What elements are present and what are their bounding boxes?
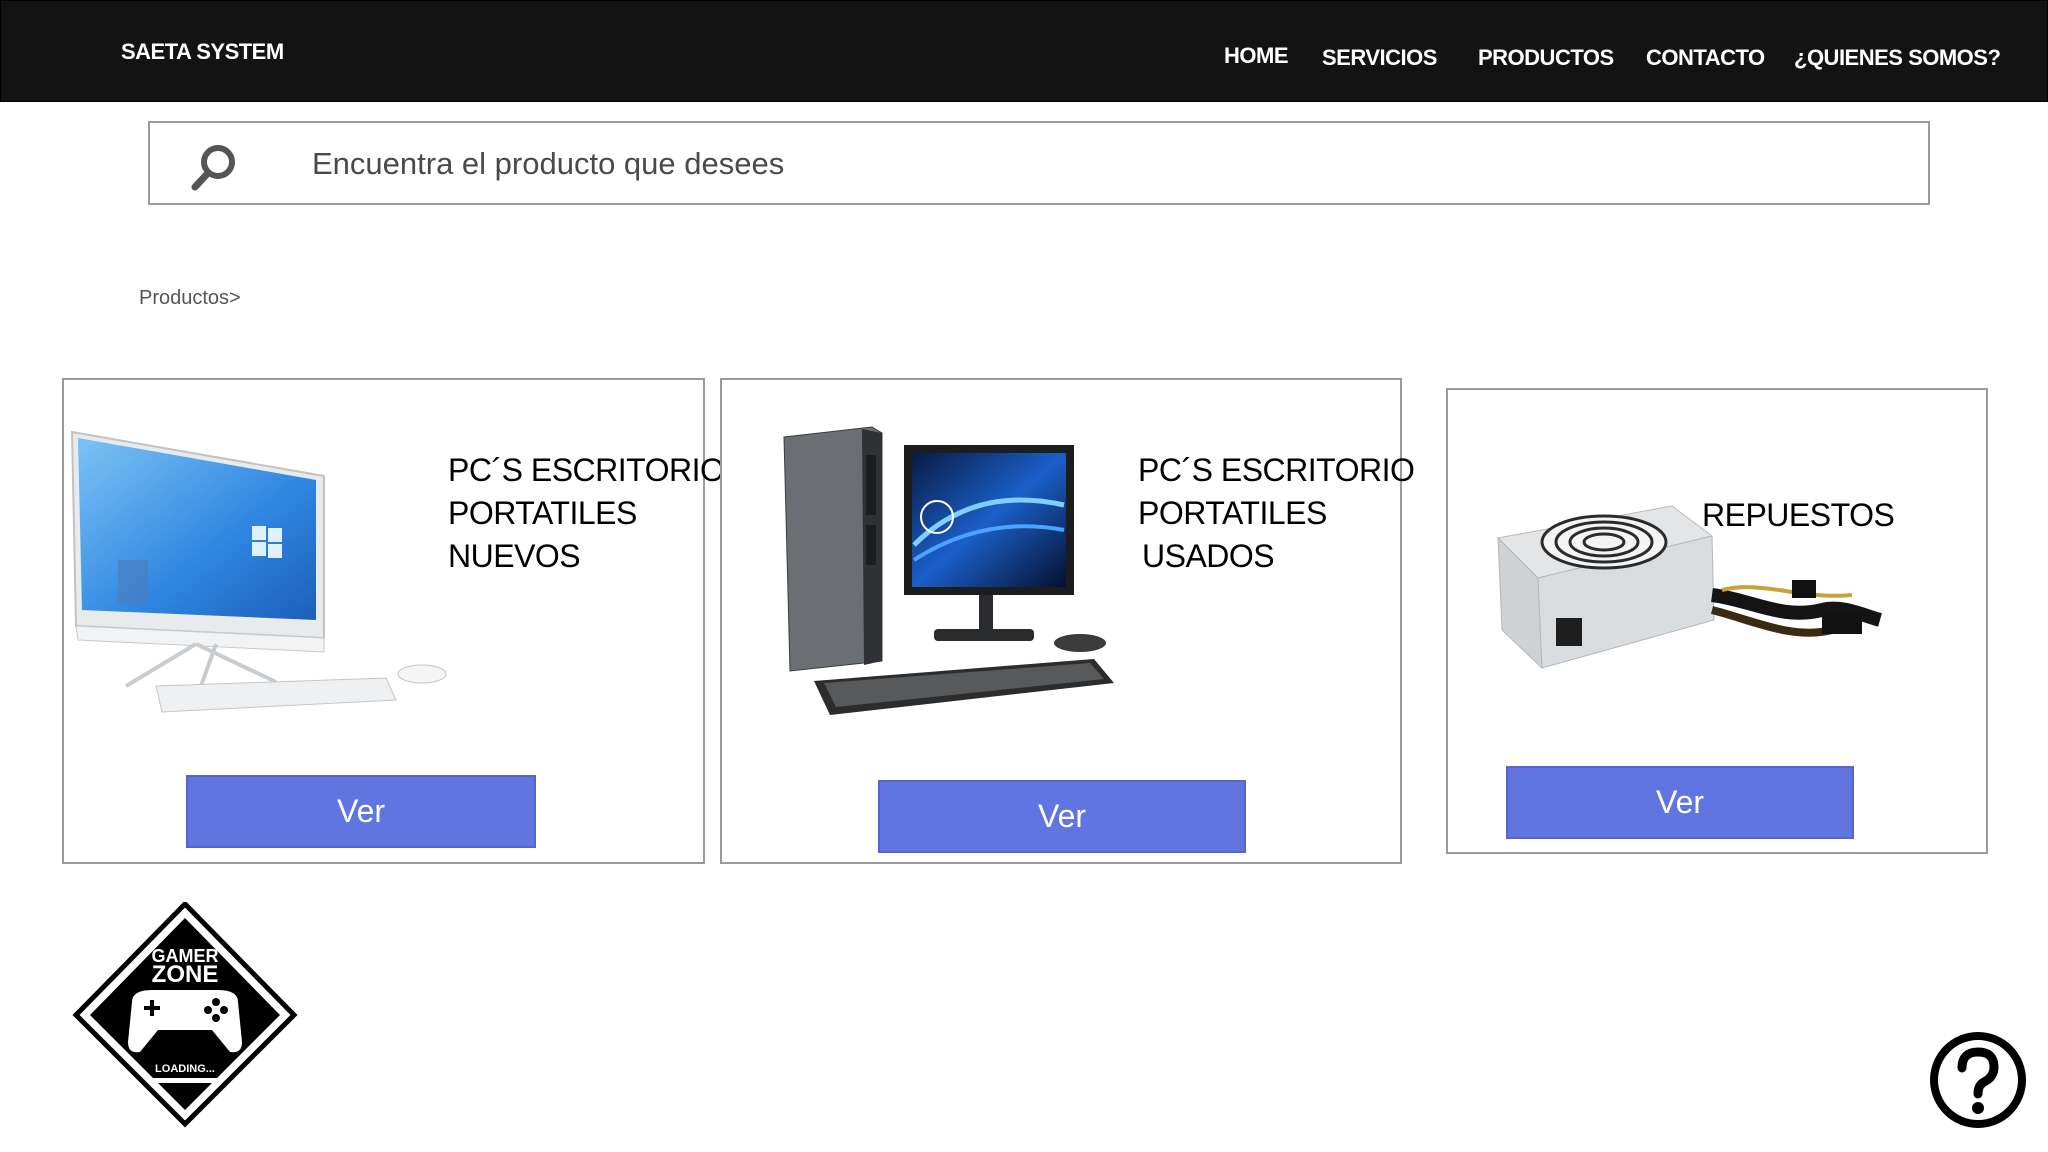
brand-name[interactable]: SAETA SYSTEM <box>121 39 284 65</box>
card-title-line: PC´S ESCRITORIO <box>1138 452 1415 488</box>
search-bar <box>148 121 1930 205</box>
nav-productos[interactable]: PRODUCTOS <box>1478 45 1614 71</box>
card-title: PC´S ESCRITORIO PORTATILES NUEVOS <box>448 449 725 578</box>
top-navbar: SAETA SYSTEM HOME SERVICIOS PRODUCTOS CO… <box>0 0 2048 102</box>
product-card-usados: PC´S ESCRITORIO PORTATILES USADOS Ver <box>720 378 1415 864</box>
ver-button[interactable]: Ver <box>878 780 1246 853</box>
search-icon[interactable] <box>188 141 240 193</box>
logo-text-line2: ZONE <box>152 961 219 988</box>
logo-text-line3: LOADING... <box>155 1063 215 1075</box>
card-title-line: USADOS <box>1142 538 1275 574</box>
help-icon[interactable] <box>1928 1030 2028 1130</box>
card-title-line: PORTATILES <box>1138 495 1327 531</box>
card-title-line: NUEVOS <box>448 538 581 574</box>
all-in-one-pc-image <box>70 430 447 713</box>
ver-button[interactable]: Ver <box>1506 766 1854 839</box>
search-input[interactable] <box>310 133 1894 195</box>
product-card-nuevos: PC´S ESCRITORIO PORTATILES NUEVOS Ver <box>62 378 725 864</box>
desktop-tower-pc-image <box>783 426 1114 715</box>
nav-contacto[interactable]: CONTACTO <box>1646 45 1765 71</box>
nav-quienes-somos[interactable]: ¿QUIENES SOMOS? <box>1794 45 2001 71</box>
card-title-line: PORTATILES <box>448 495 637 531</box>
card-title: REPUESTOS <box>1702 494 1895 537</box>
breadcrumb[interactable]: Productos> <box>139 287 241 310</box>
card-title: PC´S ESCRITORIO PORTATILES USADOS <box>1138 449 1415 578</box>
nav-servicios[interactable]: SERVICIOS <box>1322 45 1437 71</box>
gamer-zone-logo: GAMER ZONE LOADING... <box>72 902 298 1128</box>
card-title-line: PC´S ESCRITORIO <box>448 452 725 488</box>
product-card-repuestos: REPUESTOS Ver <box>1446 388 1988 854</box>
ver-button[interactable]: Ver <box>186 775 536 848</box>
card-title-line: REPUESTOS <box>1702 497 1895 533</box>
nav-home[interactable]: HOME <box>1224 43 1289 69</box>
